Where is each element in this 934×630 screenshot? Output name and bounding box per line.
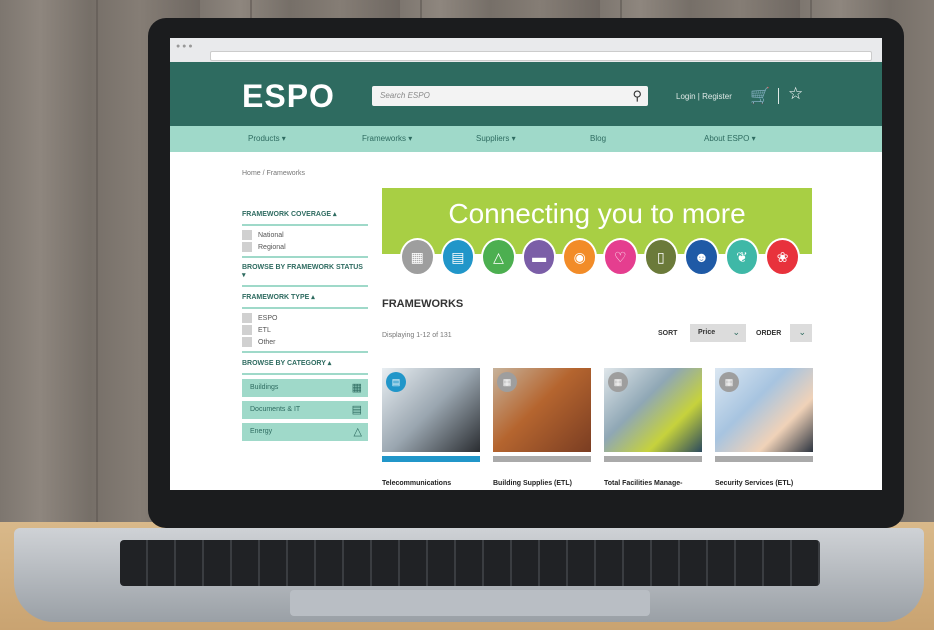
- category-documents-it[interactable]: Documents & IT ▤: [242, 401, 368, 419]
- nav-products[interactable]: Products ▾: [248, 134, 286, 143]
- checkbox-regional[interactable]: Regional: [242, 242, 368, 252]
- checkbox-etl[interactable]: ETL: [242, 325, 368, 335]
- food-circle-icon[interactable]: ◉: [562, 238, 597, 276]
- filter-sidebar: FRAMEWORK COVERAGE ▴ National Regional B…: [242, 204, 368, 445]
- checkbox-box[interactable]: [242, 337, 252, 347]
- main-nav: Products ▾ Frameworks ▾ Suppliers ▾ Blog…: [170, 126, 882, 152]
- card-color-bar: [715, 456, 813, 462]
- truck-circle-icon[interactable]: ▬: [521, 238, 557, 276]
- checkbox-label: National: [258, 231, 284, 239]
- checkbox-espo[interactable]: ESPO: [242, 313, 368, 323]
- status-heading[interactable]: BROWSE BY FRAMEWORK STATUS ▾: [242, 264, 368, 279]
- checkbox-box[interactable]: [242, 313, 252, 323]
- checkbox-label: Other: [258, 338, 276, 346]
- checkbox-box[interactable]: [242, 242, 252, 252]
- cart-icon[interactable]: 🛒: [750, 86, 770, 106]
- laptop-screen: ● ● ● ESPO Search ESPO ⚲ Login | Registe…: [170, 38, 882, 490]
- framework-card[interactable]: ▤ Telecommunications: [382, 368, 480, 487]
- window-controls-icon[interactable]: ● ● ●: [176, 43, 193, 50]
- category-heading[interactable]: BROWSE BY CATEGORY ▴: [242, 359, 368, 367]
- sort-label: SORT: [658, 330, 678, 337]
- divider: [242, 224, 368, 226]
- nav-frameworks[interactable]: Frameworks ▾: [362, 134, 412, 143]
- nav-about[interactable]: About ESPO ▾: [704, 134, 756, 143]
- card-color-bar: [382, 456, 480, 462]
- framework-card[interactable]: ▦ Security Services (ETL): [715, 368, 813, 487]
- building-circle-icon[interactable]: ▦: [400, 238, 435, 276]
- divider: [242, 307, 368, 309]
- document-circle-icon[interactable]: ▤: [440, 238, 476, 276]
- category-label: Documents & IT: [250, 406, 301, 413]
- nav-suppliers[interactable]: Suppliers ▾: [476, 134, 516, 143]
- laptop-trackpad: [290, 590, 650, 616]
- divider: [242, 256, 368, 258]
- sort-select[interactable]: Price ⌄: [690, 324, 746, 342]
- building-icon: ▦: [497, 372, 517, 392]
- site-header: ESPO Search ESPO ⚲ Login | Register 🛒 ☆: [170, 62, 882, 126]
- search-placeholder: Search ESPO: [380, 91, 430, 100]
- browser-chrome: ● ● ●: [170, 38, 882, 62]
- nav-blog[interactable]: Blog: [590, 134, 606, 143]
- framework-card[interactable]: ▦ Total Facilities Manage-: [604, 368, 702, 487]
- results-count: Displaying 1-12 of 131: [382, 332, 452, 339]
- type-heading[interactable]: FRAMEWORK TYPE ▴: [242, 293, 368, 301]
- wall-plank-seam: [96, 0, 98, 530]
- category-label: Energy: [250, 428, 273, 435]
- search-input[interactable]: Search ESPO ⚲: [372, 86, 648, 106]
- search-icon[interactable]: ⚲: [632, 88, 642, 104]
- favourites-star-icon[interactable]: ☆: [788, 84, 803, 104]
- card-color-bar: [604, 456, 702, 462]
- checkbox-box[interactable]: [242, 230, 252, 240]
- divider: [242, 373, 368, 375]
- checkbox-box[interactable]: [242, 325, 252, 335]
- divider: [242, 285, 368, 287]
- checkbox-other[interactable]: Other: [242, 337, 368, 347]
- building-icon: ▦: [351, 382, 362, 394]
- order-label: ORDER: [756, 330, 782, 337]
- banner-text: Connecting you to more: [448, 198, 746, 229]
- building-icon: ▦: [719, 372, 739, 392]
- chevron-down-icon[interactable]: ⌄: [732, 327, 740, 338]
- card-title[interactable]: Security Services (ETL): [715, 480, 819, 487]
- ribbon-circle-icon[interactable]: ❀: [765, 238, 800, 276]
- chevron-down-icon[interactable]: ⌄: [798, 327, 806, 338]
- card-title[interactable]: Telecommunications: [382, 480, 486, 487]
- flame-icon: △: [353, 426, 362, 438]
- laptop-keyboard: [120, 540, 820, 586]
- category-buildings[interactable]: Buildings ▦: [242, 379, 368, 397]
- checkbox-label: ESPO: [258, 314, 278, 322]
- card-color-bar: [493, 456, 591, 462]
- address-bar[interactable]: [210, 51, 872, 61]
- checkbox-label: ETL: [258, 326, 271, 334]
- heart-circle-icon[interactable]: ♡: [602, 238, 638, 276]
- order-select[interactable]: ⌄: [790, 324, 812, 342]
- framework-card[interactable]: ▦ Building Supplies (ETL): [493, 368, 591, 487]
- checkbox-label: Regional: [258, 243, 286, 251]
- espo-logo[interactable]: ESPO: [242, 78, 335, 115]
- flame-circle-icon[interactable]: △: [481, 238, 516, 276]
- coverage-heading[interactable]: FRAMEWORK COVERAGE ▴: [242, 210, 368, 218]
- page-title: FRAMEWORKS: [382, 298, 464, 310]
- breadcrumb[interactable]: Home / Frameworks: [242, 170, 305, 177]
- card-title[interactable]: Building Supplies (ETL): [493, 480, 597, 487]
- door-circle-icon[interactable]: ▯: [643, 238, 679, 276]
- header-divider: [778, 88, 779, 104]
- category-label: Buildings: [250, 384, 279, 391]
- sort-value: Price: [698, 329, 716, 336]
- building-icon: ▦: [608, 372, 628, 392]
- divider: [242, 351, 368, 353]
- leaf-circle-icon[interactable]: ❦: [724, 238, 760, 276]
- login-register-links[interactable]: Login | Register: [676, 92, 732, 101]
- category-icon-row: ▦ ▤ △ ▬ ◉ ♡ ▯ ☻ ❦ ❀: [400, 238, 800, 276]
- document-icon: ▤: [386, 372, 406, 392]
- checkbox-national[interactable]: National: [242, 230, 368, 240]
- card-title[interactable]: Total Facilities Manage-: [604, 480, 708, 487]
- category-energy[interactable]: Energy △: [242, 423, 368, 441]
- people-circle-icon[interactable]: ☻: [684, 238, 719, 276]
- document-icon: ▤: [351, 404, 362, 416]
